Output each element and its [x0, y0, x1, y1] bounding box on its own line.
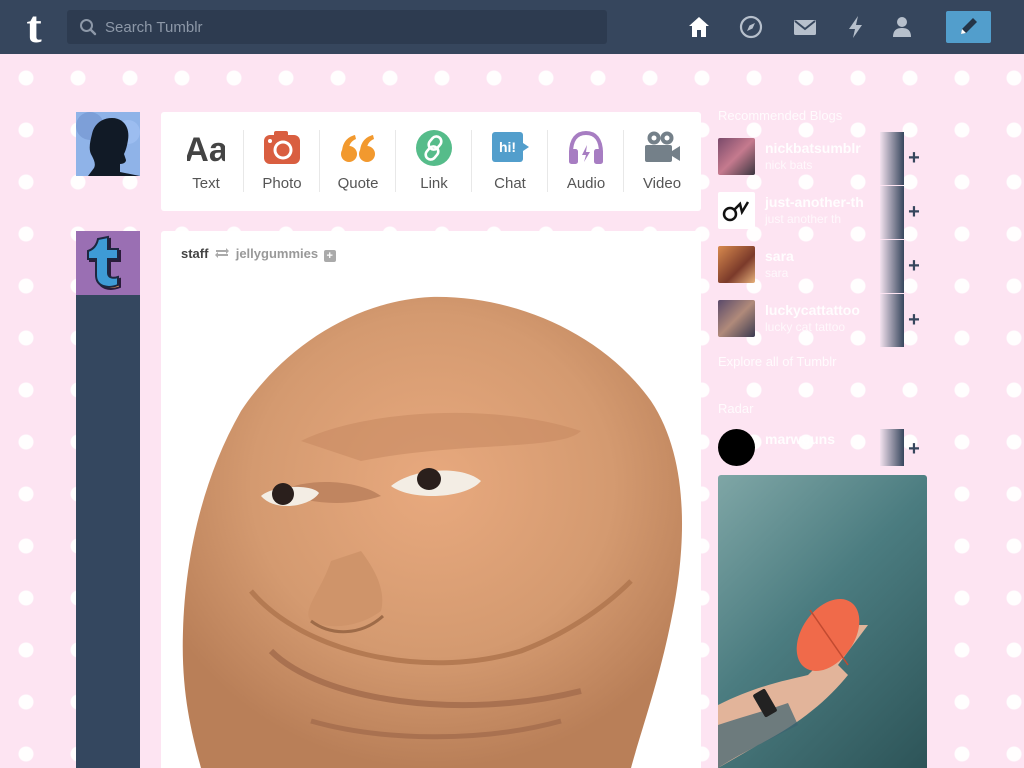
radar-post-image[interactable] — [718, 475, 927, 768]
recommended-blog-item[interactable]: nickbatsumblr nick bats + — [718, 132, 920, 185]
search-box[interactable] — [67, 10, 607, 44]
blog-name[interactable]: marwouns — [765, 431, 835, 447]
follow-plus-icon[interactable]: + — [906, 202, 922, 222]
follow-plus-icon[interactable]: + — [906, 148, 922, 168]
post-image-face-sculpture — [182, 296, 683, 768]
post-type-label: Photo — [262, 175, 302, 192]
post-type-text[interactable]: Aa Text — [168, 112, 244, 211]
post-type-bar: Aa Text Photo Quote Link hi! Chat Audio … — [161, 112, 701, 211]
blog-subtitle: sara — [765, 266, 789, 280]
user-avatar[interactable] — [76, 112, 140, 176]
follow-fade — [880, 294, 904, 347]
blog-avatar[interactable] — [718, 300, 755, 337]
reblog-icon — [215, 248, 230, 258]
silhouette-avatar-image — [76, 112, 140, 176]
follow-plus-icon[interactable]: + — [906, 439, 922, 459]
radar-blog-item[interactable]: marwouns + — [718, 423, 920, 475]
blog-avatar[interactable] — [718, 138, 755, 175]
post-type-photo[interactable]: Photo — [244, 112, 320, 211]
post-type-label: Video — [642, 175, 682, 192]
search-input[interactable] — [105, 10, 595, 44]
post-header: staff jellygummies + — [181, 246, 336, 262]
post-type-label: Chat — [494, 175, 526, 192]
reblogged-from-link[interactable]: jellygummies — [236, 246, 318, 261]
compose-button[interactable] — [946, 11, 991, 43]
post-type-quote[interactable]: Quote — [320, 112, 396, 211]
audio-icon — [569, 130, 603, 164]
video-icon — [645, 131, 680, 162]
recommended-blog-item[interactable]: just-another-th just another th + — [718, 186, 920, 239]
inbox-icon[interactable] — [792, 14, 818, 40]
svg-text:Aa: Aa — [187, 131, 225, 167]
recommended-blog-item[interactable]: sara sara + — [718, 240, 920, 293]
quote-icon — [341, 135, 375, 162]
home-icon[interactable] — [686, 14, 712, 40]
svg-text:hi!: hi! — [499, 139, 516, 155]
follow-fade — [880, 186, 904, 239]
radar-heading: Radar — [718, 401, 754, 416]
post-type-label: Text — [192, 175, 220, 192]
tumblr-logo[interactable]: t — [14, 4, 54, 50]
blog-name[interactable]: just-another-th — [765, 194, 864, 210]
blog-avatar[interactable] — [718, 429, 755, 466]
photo-icon — [264, 131, 300, 164]
account-icon[interactable] — [889, 14, 915, 40]
blog-name[interactable]: sara — [765, 248, 794, 264]
post-type-video[interactable]: Video — [624, 112, 700, 211]
post-type-label: Audio — [566, 175, 606, 192]
post-type-link[interactable]: Link — [396, 112, 472, 211]
follow-fade — [880, 429, 904, 466]
blog-name[interactable]: nickbatsumblr — [765, 140, 861, 156]
follow-fade — [880, 132, 904, 185]
explore-all-link[interactable]: Explore all of Tumblr — [718, 354, 837, 369]
post-type-audio[interactable]: Audio — [548, 112, 624, 211]
reblogger-avatar[interactable] — [76, 231, 140, 295]
blog-avatar[interactable] — [718, 246, 755, 283]
chat-icon: hi! — [492, 132, 529, 162]
post-type-label: Quote — [337, 175, 379, 192]
top-nav-bar: t — [0, 0, 1024, 54]
tumblr-t-avatar-image — [76, 231, 140, 295]
pencil-icon — [961, 18, 977, 34]
explore-icon[interactable] — [738, 14, 764, 40]
hand-holding-leaf-image — [718, 598, 868, 768]
follow-fade — [880, 240, 904, 293]
link-icon — [416, 130, 452, 166]
dashboard-post: staff jellygummies + — [161, 231, 701, 768]
follow-plus-icon[interactable]: + — [906, 256, 922, 276]
follow-plus-icon[interactable]: + — [323, 250, 336, 262]
post-type-chat[interactable]: hi! Chat — [472, 112, 548, 211]
post-type-label: Link — [420, 175, 448, 192]
search-icon — [80, 19, 97, 36]
recommended-blog-item[interactable]: luckycattattoo lucky cat tattoo + — [718, 294, 920, 347]
text-icon: Aa — [187, 131, 225, 167]
blog-name[interactable]: luckycattattoo — [765, 302, 860, 318]
follow-plus-icon[interactable]: + — [906, 310, 922, 330]
blog-subtitle: lucky cat tattoo — [765, 320, 846, 334]
blog-subtitle: just another th — [765, 212, 842, 226]
blog-column — [76, 231, 140, 768]
scribble-avatar-image — [722, 201, 750, 222]
recommended-heading: Recommended Blogs — [718, 108, 843, 123]
post-author-link[interactable]: staff — [181, 246, 208, 261]
blog-avatar[interactable] — [718, 192, 755, 229]
activity-icon[interactable] — [843, 14, 869, 40]
blog-subtitle: nick bats — [765, 158, 813, 172]
